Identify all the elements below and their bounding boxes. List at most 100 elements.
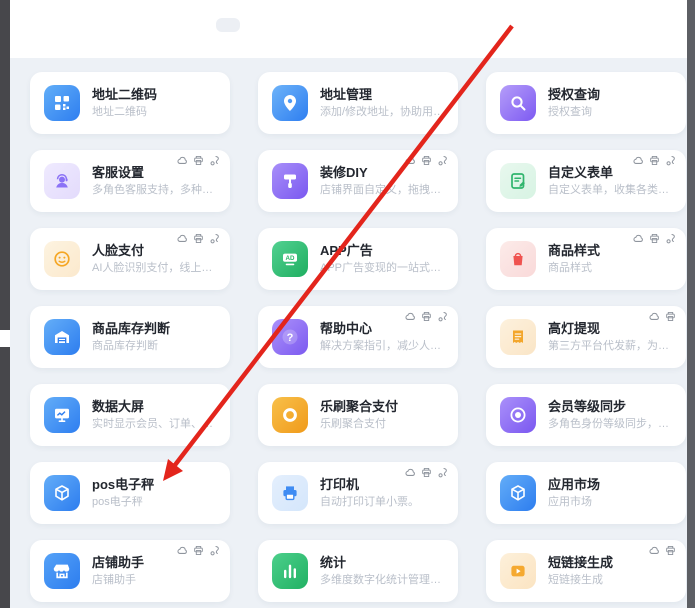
app-title: 应用市场 xyxy=(548,476,600,493)
app-card-pos电子秤[interactable]: pos电子秤 pos电子秤 xyxy=(30,462,230,524)
app-card-地址二维码[interactable]: 地址二维码 地址二维码 xyxy=(30,72,230,134)
cloud-icon xyxy=(649,311,660,322)
share-icon xyxy=(209,233,220,244)
app-title: 会员等级同步 xyxy=(548,398,676,415)
app-title: pos电子秤 xyxy=(92,476,154,493)
printer-icon xyxy=(193,545,204,556)
app-title: 短链接生成 xyxy=(548,554,613,571)
app-title: 自定义表单 xyxy=(548,164,676,181)
app-title: 高灯提现 xyxy=(548,320,676,337)
category-tab-bar xyxy=(0,0,695,58)
cloud-icon xyxy=(177,155,188,166)
app-title: 数据大屏 xyxy=(92,398,220,415)
card-platform-badges xyxy=(177,155,220,166)
question-icon: ? xyxy=(272,319,308,355)
face-icon xyxy=(44,241,80,277)
app-subtitle: 自定义表单，收集各类信息。 xyxy=(548,183,676,198)
printer-icon xyxy=(665,545,676,556)
app-subtitle: pos电子秤 xyxy=(92,495,154,510)
app-card-会员等级同步[interactable]: 会员等级同步 多角色身份等级同步，会员成长体... xyxy=(486,384,686,446)
app-subtitle: 多角色客服支持，多种服务入口。 xyxy=(92,183,220,198)
play-icon xyxy=(500,553,536,589)
cloud-icon xyxy=(177,233,188,244)
app-title: APP广告 xyxy=(320,242,448,259)
app-subtitle: APP广告变现的一站式解决方案 xyxy=(320,261,448,276)
ad-icon: AD xyxy=(272,241,308,277)
app-card-装修DIY[interactable]: 装修DIY 店铺界面自定义，拖拽式操作，百... xyxy=(258,150,458,212)
app-subtitle: 地址二维码 xyxy=(92,105,157,120)
app-subtitle: 授权查询 xyxy=(548,105,600,120)
app-title: 商品样式 xyxy=(548,242,600,259)
app-card-商品库存判断[interactable]: 商品库存判断 商品库存判断 xyxy=(30,306,230,368)
pin-icon xyxy=(272,85,308,121)
left-edge-notch xyxy=(0,330,10,347)
share-icon xyxy=(665,155,676,166)
card-platform-badges xyxy=(633,155,676,166)
app-title: 客服设置 xyxy=(92,164,220,181)
app-subtitle: 店铺助手 xyxy=(92,573,144,588)
svg-text:AD: AD xyxy=(286,255,295,262)
app-subtitle: 多维度数字化统计管理，深度了解... xyxy=(320,573,448,588)
printer-icon xyxy=(193,155,204,166)
share-icon xyxy=(665,233,676,244)
card-platform-badges xyxy=(405,467,448,478)
chart-icon xyxy=(272,553,308,589)
app-card-统计[interactable]: 统计 多维度数字化统计管理，深度了解... xyxy=(258,540,458,602)
app-title: 地址二维码 xyxy=(92,86,157,103)
cube-icon xyxy=(500,475,536,511)
cloud-icon xyxy=(633,155,644,166)
medal-icon xyxy=(500,397,536,433)
app-title: 乐刷聚合支付 xyxy=(320,398,398,415)
printer-icon xyxy=(421,467,432,478)
app-title: 统计 xyxy=(320,554,448,571)
warehouse-icon xyxy=(44,319,80,355)
app-subtitle: 第三方平台代发薪，为企业减税降... xyxy=(548,339,676,354)
share-icon xyxy=(209,545,220,556)
app-title: 帮助中心 xyxy=(320,320,448,337)
app-card-APP广告[interactable]: AD APP广告 APP广告变现的一站式解决方案 xyxy=(258,228,458,290)
ring-icon xyxy=(272,397,308,433)
app-subtitle: AI人脸识别支付，线上支付即成线... xyxy=(92,261,220,276)
app-card-人脸支付[interactable]: 人脸支付 AI人脸识别支付，线上支付即成线... xyxy=(30,228,230,290)
printer-icon xyxy=(421,311,432,322)
app-card-短链接生成[interactable]: 短链接生成 短链接生成 xyxy=(486,540,686,602)
app-card-店铺助手[interactable]: 店铺助手 店铺助手 xyxy=(30,540,230,602)
app-card-授权查询[interactable]: 授权查询 授权查询 xyxy=(486,72,686,134)
app-subtitle: 自动打印订单小票。 xyxy=(320,495,419,510)
app-card-应用市场[interactable]: 应用市场 应用市场 xyxy=(486,462,686,524)
app-card-地址管理[interactable]: 地址管理 添加/修改地址，协助用户更改信... xyxy=(258,72,458,134)
app-title: 店铺助手 xyxy=(92,554,144,571)
share-icon xyxy=(437,155,448,166)
cloud-icon xyxy=(405,467,416,478)
printer-icon xyxy=(193,233,204,244)
app-subtitle: 短链接生成 xyxy=(548,573,613,588)
cloud-icon xyxy=(405,311,416,322)
share-icon xyxy=(437,311,448,322)
monitor-icon xyxy=(44,397,80,433)
qr-icon xyxy=(44,85,80,121)
right-edge-panel xyxy=(687,0,695,608)
app-subtitle: 解决方案指引，减少人工工作量。 xyxy=(320,339,448,354)
app-subtitle: 添加/修改地址，协助用户更改信... xyxy=(320,105,448,120)
app-card-自定义表单[interactable]: 自定义表单 自定义表单，收集各类信息。 xyxy=(486,150,686,212)
left-edge-panel xyxy=(0,0,10,608)
app-card-高灯提现[interactable]: 高灯提现 第三方平台代发薪，为企业减税降... xyxy=(486,306,686,368)
card-platform-badges xyxy=(405,311,448,322)
app-card-帮助中心[interactable]: ? 帮助中心 解决方案指引，减少人工工作量。 xyxy=(258,306,458,368)
app-subtitle: 店铺界面自定义，拖拽式操作，百... xyxy=(320,183,448,198)
app-card-商品样式[interactable]: 商品样式 商品样式 xyxy=(486,228,686,290)
app-subtitle: 商品样式 xyxy=(548,261,600,276)
printer-icon xyxy=(665,311,676,322)
share-icon xyxy=(437,467,448,478)
app-subtitle: 多角色身份等级同步，会员成长体... xyxy=(548,417,676,432)
cloud-icon xyxy=(405,155,416,166)
printer-icon xyxy=(272,475,308,511)
app-subtitle: 商品库存判断 xyxy=(92,339,170,354)
tab-工具类[interactable] xyxy=(216,18,240,32)
app-card-乐刷聚合支付[interactable]: 乐刷聚合支付 乐刷聚合支付 xyxy=(258,384,458,446)
app-subtitle: 应用市场 xyxy=(548,495,600,510)
card-platform-badges xyxy=(649,311,676,322)
app-card-客服设置[interactable]: 客服设置 多角色客服支持，多种服务入口。 xyxy=(30,150,230,212)
app-card-数据大屏[interactable]: 数据大屏 实时显示会员、订单、佣金、地... xyxy=(30,384,230,446)
app-card-打印机[interactable]: 打印机 自动打印订单小票。 xyxy=(258,462,458,524)
